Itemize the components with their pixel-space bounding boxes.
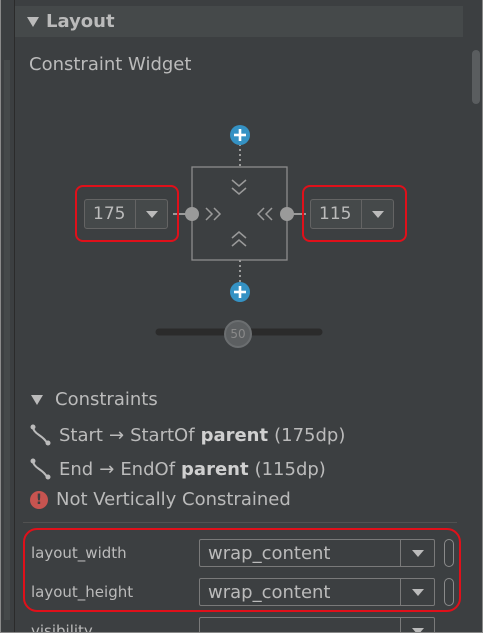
chevron-down-icon [231, 179, 247, 187]
constraint-curve-icon [30, 458, 51, 480]
visibility-dropdown[interactable] [199, 617, 435, 632]
chevron-down-icon [411, 588, 424, 596]
constraint-dim: (175dp) [274, 424, 346, 446]
constraint-side: Start [59, 424, 103, 446]
chevron-right-icon [205, 207, 214, 221]
left-margin-value: 175 [93, 204, 126, 224]
bias-slider-value: 50 [230, 327, 246, 341]
layout-height-resource-button[interactable] [444, 578, 454, 606]
constraint-warning-text: Not Vertically Constrained [56, 489, 291, 510]
chevron-left-icon [256, 207, 265, 221]
chevron-left-icon [264, 207, 273, 221]
layout-height-arrow[interactable] [400, 579, 434, 605]
constraints-title: Constraints [55, 389, 158, 410]
bias-slider-handle[interactable]: 50 [224, 320, 252, 348]
constraints-header[interactable]: Constraints [29, 389, 158, 410]
chevron-up-icon [231, 231, 247, 239]
right-anchor-dot [280, 207, 294, 221]
divider [23, 522, 457, 523]
constraint-arrow: → [99, 458, 115, 480]
right-margin-dropdown[interactable]: 115 [310, 199, 394, 229]
layout-width-dropdown[interactable]: wrap_content [199, 539, 435, 567]
chevron-down-icon [145, 210, 158, 218]
constraint-dim: (115dp) [254, 458, 326, 480]
error-icon: ! [30, 490, 48, 509]
prop-label-layout-width: layout_width [31, 544, 127, 562]
constraint-warning-row: ! Not Vertically Constrained [29, 489, 291, 510]
constraint-target: EndOf [120, 458, 176, 480]
constraint-row-start[interactable]: Start → StartOf parent (175dp) [29, 423, 345, 447]
right-margin-value: 115 [319, 204, 352, 224]
constraint-anchor: parent [181, 458, 249, 480]
constraint-curve-icon [30, 424, 51, 446]
constraint-anchor: parent [200, 424, 269, 446]
right-margin-arrow[interactable] [361, 200, 393, 228]
constraint-side: End [59, 458, 94, 480]
chevron-right-icon [213, 207, 222, 221]
add-bottom-constraint-button[interactable] [230, 282, 250, 302]
layout-height-dropdown[interactable]: wrap_content [199, 578, 435, 606]
left-anchor-dot [185, 207, 199, 221]
chevron-down-icon [411, 627, 424, 632]
constraint-target: StartOf [130, 424, 195, 446]
chevron-down-icon [371, 210, 384, 218]
add-top-constraint-button[interactable] [230, 125, 250, 145]
prop-label-visibility: visibility [31, 622, 93, 633]
attributes-panel: Layout Constraint Widget 50 175 115 Cons… [0, 0, 483, 633]
expand-triangle-icon [31, 394, 43, 405]
chevron-down-icon [231, 187, 247, 195]
layout-width-arrow[interactable] [400, 540, 434, 566]
visibility-arrow[interactable] [400, 618, 434, 632]
left-margin-arrow[interactable] [135, 200, 167, 228]
layout-width-value: wrap_content [208, 542, 331, 564]
constraint-arrow: → [108, 424, 125, 446]
left-margin-dropdown[interactable]: 175 [84, 199, 168, 229]
layout-width-resource-button[interactable] [444, 539, 454, 567]
chevron-up-icon [231, 239, 247, 247]
layout-height-value: wrap_content [208, 581, 331, 603]
prop-label-layout-height: layout_height [31, 583, 134, 601]
constraint-row-end[interactable]: End → EndOf parent (115dp) [29, 457, 326, 481]
chevron-down-icon [411, 549, 424, 557]
widget-box [191, 166, 288, 261]
